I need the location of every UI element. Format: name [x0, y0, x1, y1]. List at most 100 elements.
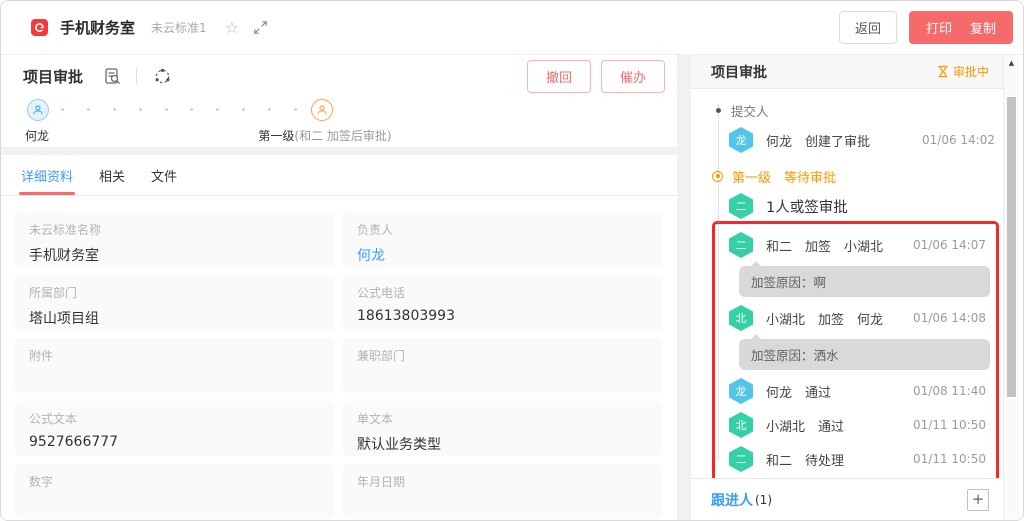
entry-time: 01/06 14:08	[913, 311, 986, 325]
entry-text: 加签	[818, 309, 844, 328]
print-button[interactable]: 打印	[926, 18, 952, 37]
flow-progress-dots	[61, 108, 297, 111]
submitter-label: 提交人	[731, 101, 769, 120]
record-title: 手机财务室	[60, 17, 135, 38]
scrollbar-thumb[interactable]	[1007, 97, 1016, 397]
field-card: 年月日期	[343, 464, 663, 519]
entry-text: 通过	[805, 382, 831, 401]
approval-flow-strip: 何龙 第一级(和二 加签后审批)	[1, 97, 677, 147]
stage-status: 等待审批	[784, 167, 836, 186]
toolbar-divider	[136, 68, 137, 84]
approval-panel-title: 项目审批	[711, 62, 767, 82]
field-card: 所属部门塔山项目组	[15, 275, 335, 330]
field-label: 负责人	[357, 221, 649, 238]
entry-text: 何龙	[857, 309, 883, 328]
withdraw-button[interactable]: 撤回	[527, 60, 591, 93]
user-hexagon-avatar: 北	[729, 305, 753, 331]
field-card: 单文本默认业务类型	[343, 401, 663, 456]
user-hexagon-avatar: 龙	[729, 127, 753, 153]
user-hexagon-avatar: 北	[729, 412, 753, 438]
top-bar: 手机财务室 未云标准1 ☆ 返回 打印 复制	[1, 1, 1023, 55]
add-follower-button[interactable]: +	[967, 489, 989, 511]
flow-stage-name: 第一级	[258, 129, 294, 143]
entry-text: 和二	[766, 236, 792, 255]
annotation-red-box: 二和二加签小湖北01/06 14:07加签原因：啊北小湖北加签何龙01/06 1…	[712, 221, 999, 478]
timeline-line	[718, 105, 719, 461]
entry-text: 小湖北	[844, 236, 883, 255]
approval-toolbar: 项目审批 撤回 催办	[1, 55, 677, 97]
entry-text: 何龙	[766, 131, 792, 150]
flow-start-name: 何龙	[25, 127, 49, 144]
tab-2[interactable]: 相关	[99, 155, 125, 195]
back-button[interactable]: 返回	[839, 11, 897, 44]
followers-count: (1)	[755, 493, 772, 507]
field-card: 未云标准名称手机财务室	[15, 212, 335, 267]
stage-bullet-icon	[712, 171, 723, 182]
record-subtitle: 未云标准1	[151, 19, 207, 36]
entry-time: 01/08 11:40	[913, 384, 986, 398]
app-window: 手机财务室 未云标准1 ☆ 返回 打印 复制 项目审批 撤回 催办	[0, 0, 1024, 521]
approval-group-row: 二1人或签审批	[691, 193, 1003, 219]
field-value: 9527666777	[29, 434, 321, 450]
hourglass-icon	[938, 65, 948, 78]
entry-time: 01/06 14:02	[922, 133, 995, 147]
entry-time: 01/11 10:50	[913, 452, 986, 466]
field-card: 负责人何龙	[343, 212, 663, 267]
urge-button[interactable]: 催办	[601, 60, 665, 93]
approval-panel: 项目审批 审批中 提交人龙何龙创建了审批01/06 14:02第一级等待审批二1…	[691, 55, 1003, 520]
app-logo-icon	[31, 19, 48, 36]
field-value[interactable]: 何龙	[357, 245, 649, 265]
field-label: 数字	[29, 473, 321, 490]
scrollbar-up-arrow[interactable]: ▲	[1004, 55, 1019, 71]
favorite-star-icon[interactable]: ☆	[225, 20, 239, 36]
entry-text: 何龙	[766, 382, 792, 401]
approval-record-search-icon[interactable]	[103, 67, 122, 86]
field-value: 18613803993	[357, 308, 649, 324]
group-label: 1人或签审批	[766, 196, 848, 217]
flow-stage-note: (和二 加签后审批)	[294, 129, 391, 143]
sign-reason-bubble: 加签原因：洒水	[739, 339, 990, 370]
field-card: 公式电话 18613803993	[343, 275, 663, 330]
user-hexagon-avatar: 龙	[729, 378, 753, 404]
flow-graph-icon[interactable]	[153, 67, 172, 86]
submitter-avatar-icon[interactable]	[27, 99, 49, 121]
vertical-scrollbar[interactable]: ▲	[1003, 55, 1019, 519]
stage-name: 第一级	[732, 167, 771, 186]
field-card: 兼职部门	[343, 338, 663, 393]
tab-1[interactable]: 详细资料	[21, 155, 73, 195]
entry-text: 通过	[818, 416, 844, 435]
entry-text: 加签	[805, 236, 831, 255]
fields-grid: 未云标准名称手机财务室负责人何龙所属部门塔山项目组公式电话18613803993…	[1, 196, 677, 519]
field-label: 单文本	[357, 410, 649, 427]
field-label: 所属部门	[29, 284, 321, 301]
collapse-arrows-icon[interactable]	[253, 20, 268, 35]
detail-pane: 项目审批 撤回 催办 何龙 第一级(和二 加签后审批)	[1, 55, 677, 520]
approval-entry: 北小湖北通过 01/11 10:50	[715, 412, 996, 438]
field-label: 年月日期	[357, 473, 649, 490]
current-stage-avatar-icon[interactable]	[311, 99, 333, 121]
section-separator	[1, 147, 677, 155]
field-value: 默认业务类型	[357, 434, 649, 454]
field-value: 手机财务室	[29, 245, 321, 265]
copy-button[interactable]: 复制	[970, 18, 996, 37]
entry-time: 01/06 14:07	[913, 238, 986, 252]
approval-status-badge: 审批中	[938, 63, 989, 80]
approval-entry: 龙何龙通过 01/08 11:40	[715, 378, 996, 404]
approval-entry: 二和二待处理01/11 10:50	[715, 446, 996, 472]
entry-text: 小湖北	[766, 416, 805, 435]
detail-tabs: 详细资料相关文件	[1, 155, 677, 196]
entry-time: 01/11 10:50	[913, 418, 986, 432]
bullet-dot-icon	[716, 108, 721, 113]
approval-entry: 北小湖北加签何龙 01/06 14:08	[715, 305, 996, 331]
approval-status-text: 审批中	[953, 63, 989, 80]
field-value: 塔山项目组	[29, 308, 321, 328]
field-label: 公式电话	[357, 284, 649, 301]
print-copy-button-group: 打印 复制	[909, 11, 1013, 44]
tab-3[interactable]: 文件	[151, 155, 177, 195]
user-hexagon-avatar: 二	[729, 232, 753, 258]
field-card: 公式文本9527666777	[15, 401, 335, 456]
approval-timeline: 提交人龙何龙创建了审批01/06 14:02第一级等待审批二1人或签审批二和二加…	[691, 89, 1003, 478]
field-label: 兼职部门	[357, 347, 649, 364]
entry-text: 待处理	[805, 450, 844, 469]
entry-text: 小湖北	[766, 309, 805, 328]
